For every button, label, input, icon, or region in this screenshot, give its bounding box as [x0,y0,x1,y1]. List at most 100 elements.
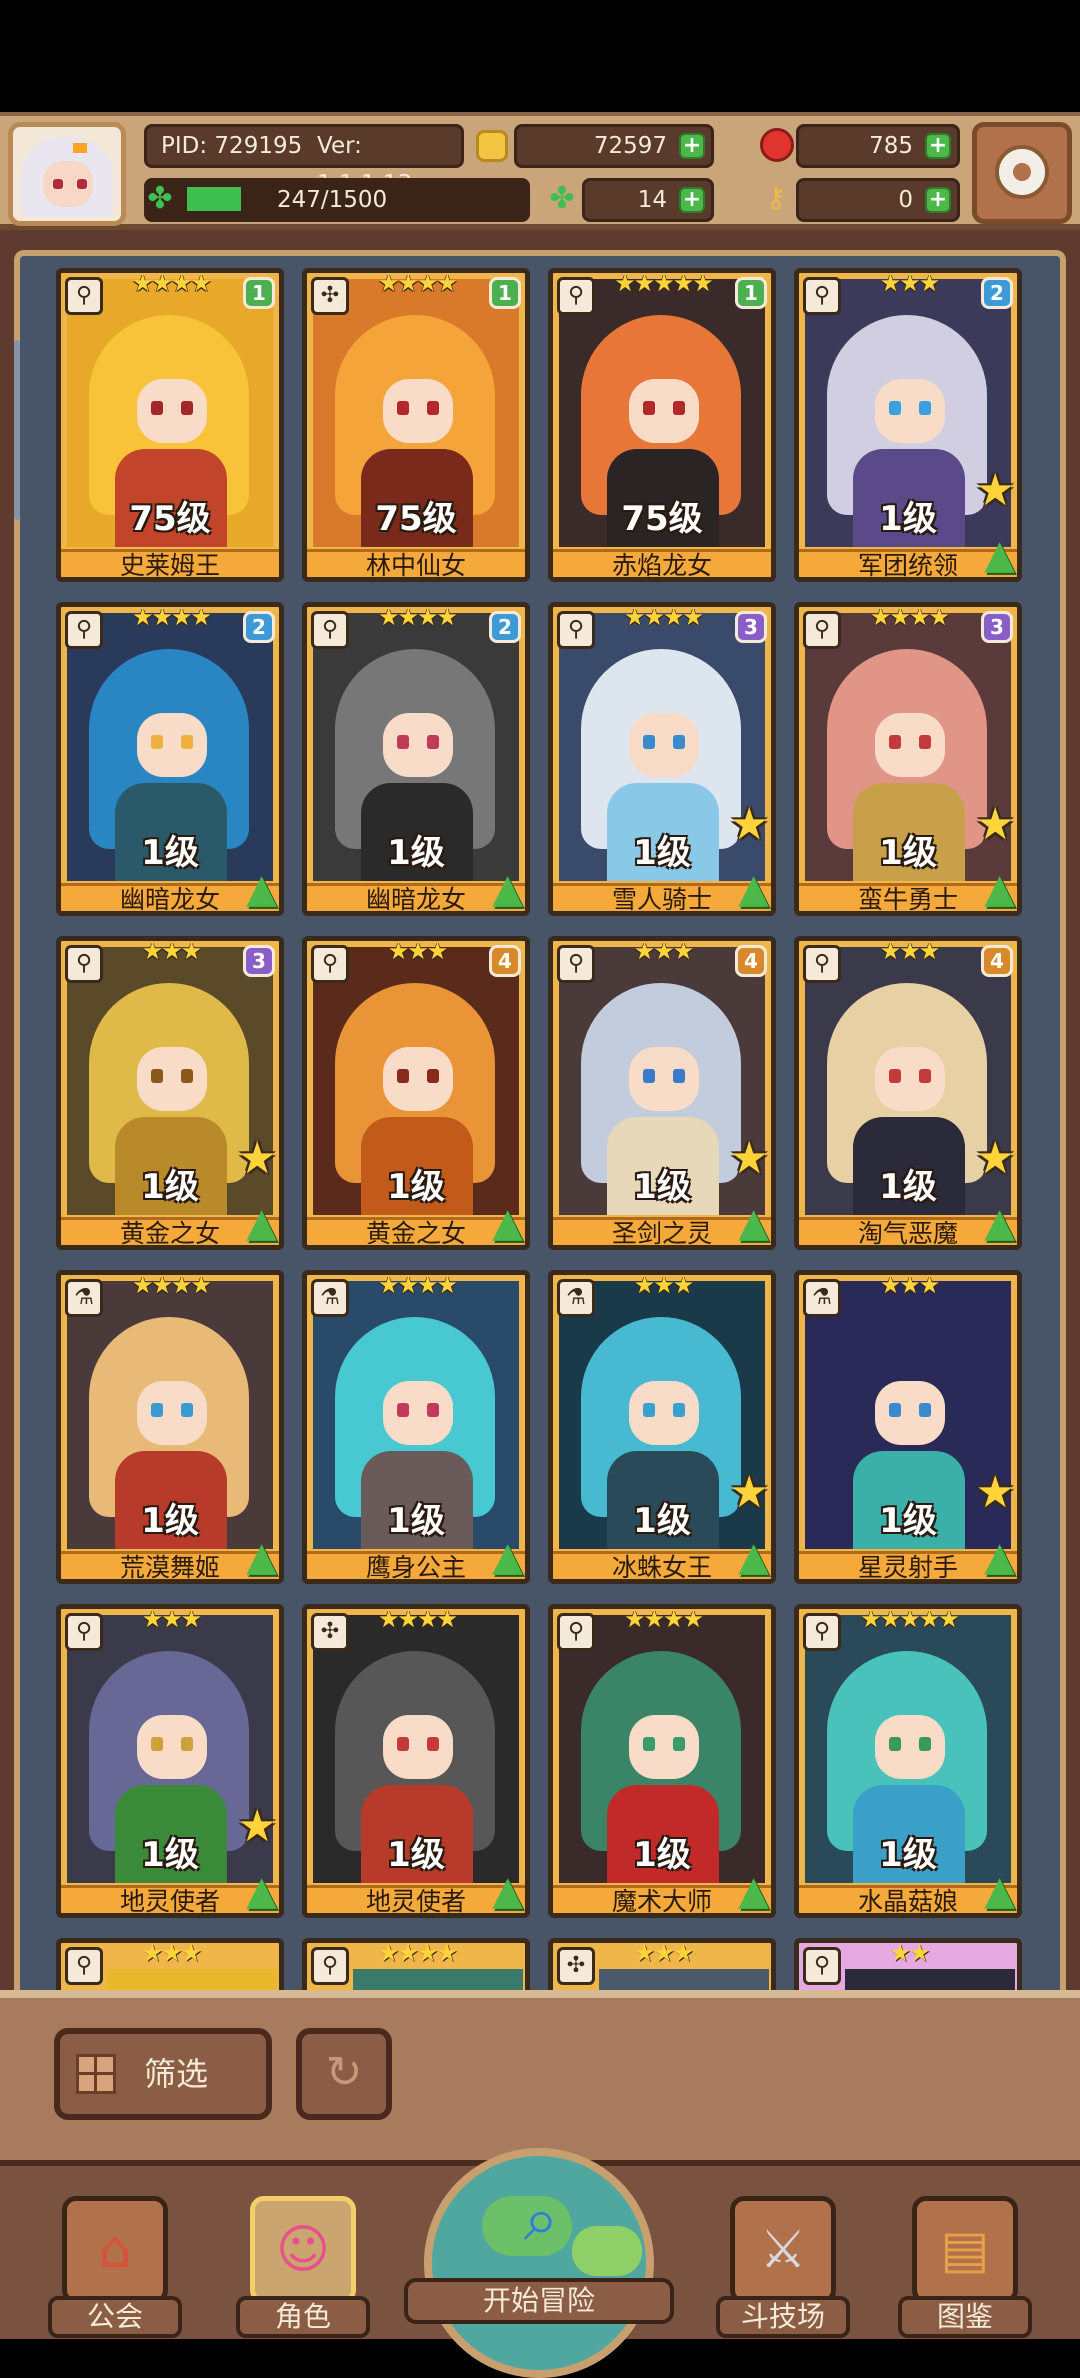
filter-button[interactable]: 筛选 [54,2028,272,2120]
refresh-button[interactable]: ↻ [296,2028,392,2120]
character-card[interactable]: ⚲ ★★★★ 1级 魔术大师 ▲ [548,1604,776,1918]
star-rating: ★★★★ [377,603,458,631]
class-type-icon: ⚗ [65,1279,103,1317]
level-up-arrow-icon: ▲ [246,1534,277,1580]
level-up-arrow-icon: ▲ [738,1200,769,1246]
rank-badge: 4 [735,945,767,977]
character-card[interactable]: ⚲ ★★★★ 2 1级 幽暗龙女 ▲ [56,602,284,916]
filter-grid-icon [76,2054,116,2094]
class-type-icon: ⚲ [803,611,841,649]
star-upgrade-icon: ★ [237,1133,277,1184]
level-up-arrow-icon: ▲ [246,1200,277,1246]
class-type-icon: ⚲ [803,945,841,983]
portrait-face [629,1047,699,1111]
add-gem-button[interactable]: + [925,133,951,159]
rank-badge: 3 [243,945,275,977]
class-type-icon: ⚗ [311,1279,349,1317]
coin-amount: 72597 [593,133,667,159]
portrait-eye [151,1737,163,1751]
nav-codex-label: 图鉴 [898,2296,1032,2338]
nav-arena[interactable]: ⚔ 斗技场 [716,2196,850,2342]
add-key-button[interactable]: + [925,187,951,213]
class-type-icon: ⚲ [65,277,103,315]
character-card[interactable]: ⚲ ★★★★★ 1 75级 赤焰龙女 [548,268,776,582]
character-card-partial[interactable]: ⚲ ★★ [794,1938,1022,1998]
portrait-face [383,1381,453,1445]
start-adventure-button[interactable]: ⌕ 开始冒险 [404,2148,674,2378]
class-type-icon: ✣ [311,1613,349,1651]
add-coin-button[interactable]: + [679,133,705,159]
portrait-face [875,379,945,443]
character-grid: ⚲ ★★★★ 1 75级 史莱姆王 ✣ ★★★★ 1 75级 林中仙女 ⚲ ★★★★★ 1 75级 赤焰龙女… [0,230,1080,1998]
character-card[interactable]: ✣ ★★★★ 1级 地灵使者 ▲ [302,1604,530,1918]
portrait-face [137,1047,207,1111]
level-up-arrow-icon: ▲ [984,1534,1015,1580]
character-name: 赤焰龙女 [553,549,771,577]
character-card-partial[interactable]: ⚲ ★★★ [56,1938,284,1998]
character-card[interactable]: ⚲ ★★★ 2 1级 军团统领 ★ ▲ [794,268,1022,582]
character-name: 史莱姆王 [61,549,279,577]
character-face-icon: ☺ [275,2220,331,2280]
portrait-face [383,1715,453,1779]
portrait-face [629,1715,699,1779]
character-card[interactable]: ⚗ ★★★ 1级 冰蛛女王 ★ ▲ [548,1270,776,1584]
portrait-eye [919,1069,931,1083]
star-rating: ★★★★ [869,603,950,631]
clover-amount: 14 [637,187,667,213]
star-upgrade-icon: ★ [729,1467,769,1518]
character-card[interactable]: ⚗ ★★★★ 1级 鹰身公主 ▲ [302,1270,530,1584]
rank-badge: 1 [735,277,767,309]
star-rating: ★★★ [633,1939,695,1967]
top-resource-bar: PID: 729195 Ver: 1.1.1.13 72597 + 785 + … [0,112,1080,230]
character-card[interactable]: ⚗ ★★★★ 1级 荒漠舞姬 ▲ [56,1270,284,1584]
level-up-arrow-icon: ▲ [738,1534,769,1580]
rank-badge: 3 [981,611,1013,643]
level-up-arrow-icon: ▲ [492,1534,523,1580]
character-card[interactable]: ⚲ ★★★★ 2 1级 幽暗龙女 ▲ [302,602,530,916]
settings-gear-button[interactable] [972,122,1072,224]
character-card[interactable]: ⚲ ★★★ 4 1级 黄金之女 ▲ [302,936,530,1250]
nav-arena-label: 斗技场 [716,2296,850,2338]
coin-bar: 72597 + [514,124,714,168]
portrait-eye [151,1403,163,1417]
character-card[interactable]: ⚲ ★★★ 1级 地灵使者 ★ ▲ [56,1604,284,1918]
nav-characters[interactable]: ☺ 角色 [236,2196,370,2342]
portrait-face [875,1715,945,1779]
character-card[interactable]: ⚲ ★★★★★ 1级 水晶菇娘 ▲ [794,1604,1022,1918]
portrait-eye [889,1069,901,1083]
class-type-icon: ⚲ [311,945,349,983]
portrait-eye [643,401,655,415]
character-card[interactable]: ⚲ ★★★ 4 1级 圣剑之灵 ★ ▲ [548,936,776,1250]
class-type-icon: ⚲ [803,1613,841,1651]
key-icon: ⚷ [765,181,787,214]
character-card[interactable]: ⚲ ★★★★ 3 1级 雪人骑士 ★ ▲ [548,602,776,916]
magnifier-icon: ⌕ [523,2182,559,2255]
portrait-eye [919,1737,931,1751]
player-avatar[interactable] [8,122,126,226]
add-clover-button[interactable]: + [679,187,705,213]
portrait-face [875,1047,945,1111]
energy-bar: 247/1500 [144,178,530,222]
nav-codex[interactable]: ▤ 图鉴 [898,2196,1032,2342]
portrait-eye [919,1403,931,1417]
portrait-eye [181,1403,193,1417]
class-type-icon: ⚗ [557,1279,595,1317]
character-card[interactable]: ✣ ★★★★ 1 75级 林中仙女 [302,268,530,582]
portrait-eye [673,401,685,415]
star-rating: ★★★★ [623,603,704,631]
portrait-eye [643,735,655,749]
character-card[interactable]: ⚲ ★★★ 3 1级 黄金之女 ★ ▲ [56,936,284,1250]
level-up-arrow-icon: ▲ [984,532,1015,578]
character-card[interactable]: ⚲ ★★★ 4 1级 淘气恶魔 ★ ▲ [794,936,1022,1250]
portrait-eye [673,1737,685,1751]
portrait-eye [427,1069,439,1083]
character-card[interactable]: ⚲ ★★★★ 3 1级 蛮牛勇士 ★ ▲ [794,602,1022,916]
class-type-icon: ⚲ [65,1947,103,1985]
character-card[interactable]: ⚲ ★★★★ 1 75级 史莱姆王 [56,268,284,582]
star-rating: ★★★ [141,1605,203,1633]
character-card[interactable]: ⚗ ★★★ 1级 星灵射手 ★ ▲ [794,1270,1022,1584]
nav-guild[interactable]: ⌂ 公会 [48,2196,182,2342]
class-type-icon: ✣ [557,1947,595,1985]
character-card-partial[interactable]: ⚲ ★★★★ [302,1938,530,1998]
character-card-partial[interactable]: ✣ ★★★ [548,1938,776,1998]
